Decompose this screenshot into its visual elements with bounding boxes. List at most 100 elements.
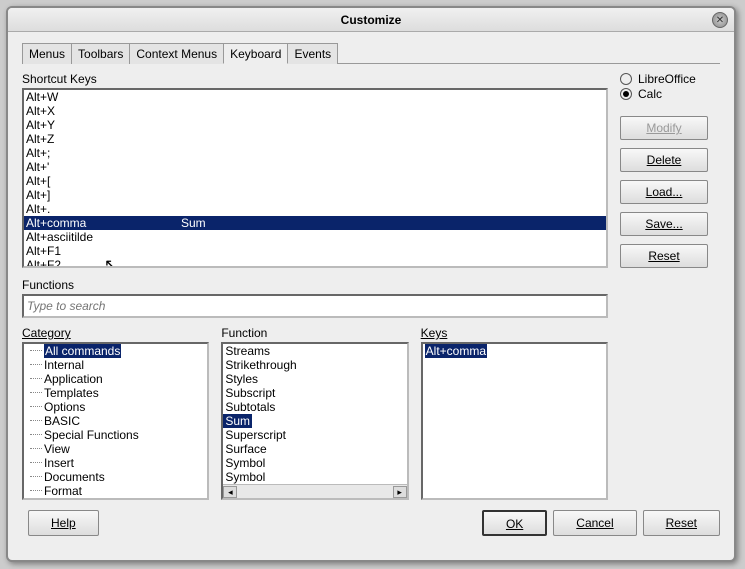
reset-button[interactable]: Reset [620, 244, 708, 268]
shortcut-row[interactable]: Alt+Z [24, 132, 606, 146]
function-label: Function [221, 326, 408, 340]
shortcut-row[interactable]: Alt+] [24, 188, 606, 202]
shortcut-command [181, 132, 604, 146]
bottom-bar: Help OK Cancel Reset [22, 510, 720, 536]
close-icon[interactable]: ✕ [712, 12, 728, 28]
shortcut-row[interactable]: Alt+Y [24, 118, 606, 132]
shortcut-key: Alt+] [26, 188, 181, 202]
category-item[interactable]: Application [24, 372, 207, 386]
shortcut-keys-label: Shortcut Keys [22, 72, 608, 86]
tab-keyboard[interactable]: Keyboard [223, 43, 288, 64]
tab-menus[interactable]: Menus [22, 43, 72, 64]
keys-listbox[interactable]: Alt+comma [421, 342, 608, 500]
shortcut-row[interactable]: Alt+F1 [24, 244, 606, 258]
shortcut-key: Alt+W [26, 90, 181, 104]
shortcut-command [181, 174, 604, 188]
shortcut-row[interactable]: Alt+' [24, 160, 606, 174]
category-item[interactable]: Templates [24, 386, 207, 400]
shortcut-key: Alt+comma [26, 216, 181, 230]
modify-button[interactable]: Modify [620, 116, 708, 140]
category-item[interactable]: Documents [24, 470, 207, 484]
shortcut-key: Alt+Z [26, 132, 181, 146]
function-item[interactable]: Surface [223, 442, 268, 456]
radio-icon [620, 73, 632, 85]
right-column: LibreOffice Calc Modify Delete Load... S… [620, 72, 720, 500]
keys-item[interactable]: Alt+comma [423, 344, 606, 358]
shortcut-command [181, 202, 604, 216]
tab-events[interactable]: Events [287, 43, 338, 64]
shortcut-row[interactable]: Alt+W [24, 90, 606, 104]
category-item[interactable]: Options [24, 400, 207, 414]
left-column: Shortcut Keys ↖ Alt+WAlt+XAlt+YAlt+ZAlt+… [22, 72, 608, 500]
scope-libreoffice-radio[interactable]: LibreOffice [620, 72, 720, 86]
shortcut-row[interactable]: Alt+; [24, 146, 606, 160]
tabs: MenusToolbarsContext MenusKeyboardEvents [22, 42, 720, 64]
function-item[interactable]: Symbol [223, 470, 267, 484]
category-item[interactable]: Insert [24, 456, 207, 470]
ok-button[interactable]: OK [482, 510, 547, 536]
load-button[interactable]: Load... [620, 180, 708, 204]
shortcut-key: Alt+X [26, 104, 181, 118]
category-item[interactable]: All commands [24, 344, 207, 358]
shortcut-command [181, 188, 604, 202]
category-item[interactable]: Internal [24, 358, 207, 372]
shortcut-row[interactable]: Alt+[ [24, 174, 606, 188]
delete-button[interactable]: Delete [620, 148, 708, 172]
shortcut-row[interactable]: Alt+asciitilde [24, 230, 606, 244]
function-item[interactable]: Streams [223, 344, 272, 358]
shortcut-command [181, 104, 604, 118]
function-column: Function StreamsStrikethroughStylesSubsc… [221, 326, 408, 500]
scope-calc-radio[interactable]: Calc [620, 87, 720, 101]
lower-columns: Category All commandsInternalApplication… [22, 326, 608, 500]
shortcut-row[interactable]: Alt+commaSum [24, 216, 606, 230]
function-item[interactable]: Strikethrough [223, 358, 298, 372]
window-title: Customize [341, 13, 402, 27]
shortcut-key: Alt+; [26, 146, 181, 160]
function-item[interactable]: Symbol [223, 456, 267, 470]
category-listbox[interactable]: All commandsInternalApplicationTemplates… [22, 342, 209, 500]
shortcut-key: Alt+asciitilde [26, 230, 181, 244]
shortcut-key: Alt+Y [26, 118, 181, 132]
category-item[interactable]: Format [24, 484, 207, 498]
function-item[interactable]: Sum [223, 414, 252, 428]
titlebar: Customize ✕ [8, 8, 734, 32]
search-container [22, 294, 608, 318]
bottom-reset-button[interactable]: Reset [643, 510, 720, 536]
shortcut-command: Sum [181, 216, 604, 230]
shortcut-keys-listbox[interactable]: ↖ Alt+WAlt+XAlt+YAlt+ZAlt+;Alt+'Alt+[Alt… [22, 88, 608, 268]
help-button[interactable]: Help [28, 510, 99, 536]
horizontal-scrollbar[interactable]: ◂▸ [223, 484, 406, 498]
category-item[interactable]: Special Functions [24, 428, 207, 442]
function-item[interactable]: Subscript [223, 386, 277, 400]
shortcut-key: Alt+. [26, 202, 181, 216]
keyboard-panel: Shortcut Keys ↖ Alt+WAlt+XAlt+YAlt+ZAlt+… [22, 64, 720, 500]
radio-icon [620, 88, 632, 100]
category-item[interactable]: View [24, 442, 207, 456]
function-listbox[interactable]: StreamsStrikethroughStylesSubscriptSubto… [221, 342, 408, 500]
shortcut-command [181, 90, 604, 104]
shortcut-key: Alt+[ [26, 174, 181, 188]
dialog-content: MenusToolbarsContext MenusKeyboardEvents… [8, 32, 734, 544]
category-item[interactable]: BASIC [24, 414, 207, 428]
libreoffice-label: LibreOffice [638, 72, 696, 86]
function-item[interactable]: Subtotals [223, 400, 277, 414]
function-item[interactable]: Superscript [223, 428, 288, 442]
shortcut-command [181, 230, 604, 244]
tab-context-menus[interactable]: Context Menus [129, 43, 224, 64]
shortcut-command [181, 258, 604, 268]
save-button[interactable]: Save... [620, 212, 708, 236]
category-column: Category All commandsInternalApplication… [22, 326, 209, 500]
function-item[interactable]: Styles [223, 372, 260, 386]
shortcut-command [181, 118, 604, 132]
shortcut-key: Alt+' [26, 160, 181, 174]
tab-toolbars[interactable]: Toolbars [71, 43, 130, 64]
shortcut-row[interactable]: Alt+. [24, 202, 606, 216]
shortcut-row[interactable]: Alt+F2 [24, 258, 606, 268]
shortcut-row[interactable]: Alt+X [24, 104, 606, 118]
keys-column: Keys Alt+comma [421, 326, 608, 500]
search-input[interactable] [27, 299, 603, 313]
cancel-button[interactable]: Cancel [553, 510, 636, 536]
shortcut-key: Alt+F2 [26, 258, 181, 268]
customize-dialog: Customize ✕ MenusToolbarsContext MenusKe… [6, 6, 736, 562]
keys-label: Keys [421, 326, 448, 340]
